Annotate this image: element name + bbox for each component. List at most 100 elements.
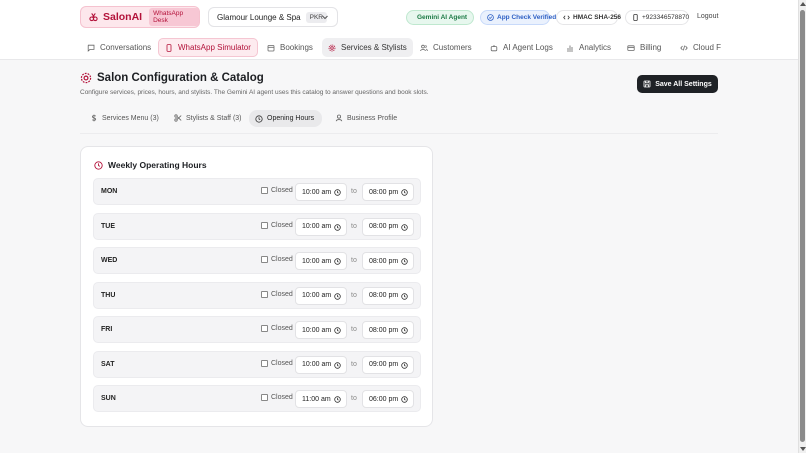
closed-checkbox[interactable]: Closed (261, 325, 293, 332)
tab-cloud[interactable]: Cloud F (674, 38, 727, 57)
closed-checkbox[interactable]: Closed (261, 359, 293, 367)
tab-label: Analytics (579, 43, 612, 52)
close-time-input[interactable]: 08:00 pm (362, 286, 414, 305)
tab-label: Cloud F (693, 43, 722, 52)
day-label: SAT (101, 360, 115, 368)
close-time-input[interactable]: 06:00 pm (362, 390, 414, 408)
logout-link[interactable]: Logout (697, 13, 718, 20)
salon-selector[interactable]: Glamour Lounge & Spa PKR (208, 7, 338, 27)
page-title-text: Salon Configuration & Catalog (97, 72, 264, 84)
open-time-input[interactable]: 10:00 am (295, 321, 347, 339)
open-time-input[interactable]: 10:00 am (295, 252, 347, 270)
checkbox-box[interactable] (261, 325, 268, 332)
save-button-label: Save All Settings (655, 80, 712, 88)
check-circle-icon (487, 14, 494, 21)
day-row: MON Closed 10:00 am to 08:00 pm (93, 178, 421, 205)
tab-label: Services & Stylists (341, 43, 407, 52)
message-square-icon (87, 44, 95, 52)
tab-ai-agent-logs[interactable]: AI Agent Logs (484, 38, 559, 57)
brand-badge[interactable]: SalonAI WhatsApp Desk (80, 6, 200, 28)
closed-label: Closed (271, 290, 293, 298)
clock-icon (401, 258, 408, 265)
open-time-input[interactable]: 11:00 am (295, 390, 347, 408)
scissors-logo-icon (89, 13, 98, 22)
chevron-down-icon (322, 15, 328, 20)
subtab-label: Business Profile (347, 114, 398, 122)
subtab-business-profile[interactable]: Business Profile (329, 110, 403, 126)
closed-checkbox[interactable]: Closed (261, 290, 293, 298)
tab-bookings[interactable]: Bookings (261, 38, 319, 57)
app-check-pill: App Check Verified (480, 10, 556, 25)
open-time-input[interactable]: 10:00 am (295, 355, 347, 374)
day-row: SAT Closed 10:00 am to 09:00 pm (93, 350, 421, 378)
checkbox-box[interactable] (261, 359, 268, 367)
open-time-input[interactable]: 10:00 am (295, 217, 347, 236)
checkbox-box[interactable] (261, 221, 268, 229)
page-scrollbar[interactable] (798, 0, 806, 453)
clock-icon (334, 396, 341, 403)
checkbox-box[interactable] (261, 256, 268, 263)
closed-checkbox[interactable]: Closed (261, 221, 293, 229)
close-time-input[interactable]: 08:00 pm (362, 321, 414, 339)
to-label: to (351, 188, 357, 195)
closed-label: Closed (271, 359, 293, 367)
subtab-label: Stylists & Staff (3) (186, 114, 242, 122)
user-icon (335, 114, 343, 122)
bar-chart-icon (567, 45, 573, 51)
to-label: to (351, 222, 357, 230)
close-time-input[interactable]: 08:00 pm (362, 217, 414, 236)
brand-tag: WhatsApp Desk (149, 8, 199, 26)
closed-checkbox[interactable]: Closed (261, 394, 293, 401)
smartphone-icon (166, 43, 172, 52)
settings-icon (80, 72, 92, 84)
top-bar: SalonAI WhatsApp Desk Glamour Lounge & S… (0, 0, 798, 36)
tab-label: Customers (433, 43, 472, 52)
subtab-label: Services Menu (3) (102, 114, 159, 122)
save-all-settings-button[interactable]: Save All Settings (637, 75, 718, 93)
close-time-value: 06:00 pm (369, 395, 399, 403)
clock-icon (401, 361, 408, 369)
dollar-icon (91, 114, 97, 122)
hmac-label: HMAC SHA-256 (573, 14, 622, 21)
open-time-value: 10:00 am (302, 188, 332, 196)
day-label: THU (101, 291, 116, 299)
open-time-input[interactable]: 10:00 am (295, 286, 347, 305)
tab-customers[interactable]: Customers (414, 38, 478, 57)
closed-checkbox[interactable]: Closed (261, 256, 293, 263)
tab-conversations[interactable]: Conversations (81, 38, 157, 57)
salon-name: Glamour Lounge & Spa (217, 12, 301, 22)
scroll-down-arrow-icon[interactable] (800, 447, 806, 451)
scroll-up-arrow-icon[interactable] (800, 2, 806, 6)
clock-icon (94, 160, 103, 170)
open-time-input[interactable]: 10:00 am (295, 183, 347, 201)
checkbox-box[interactable] (261, 394, 268, 401)
phone-pill: +923346578870 (625, 10, 689, 25)
tab-billing[interactable]: Billing (621, 38, 667, 57)
scissors-icon (174, 114, 182, 122)
subtab-services-menu[interactable]: Services Menu (3) (84, 110, 165, 126)
clock-icon (401, 292, 408, 300)
tab-analytics[interactable]: Analytics (560, 38, 617, 57)
close-time-value: 08:00 pm (369, 257, 399, 265)
scrollbar-thumb[interactable] (800, 10, 805, 442)
to-label: to (351, 257, 357, 264)
close-time-input[interactable]: 08:00 pm (362, 183, 414, 201)
to-label: to (351, 326, 357, 333)
closed-checkbox[interactable]: Closed (261, 187, 293, 194)
checkbox-box[interactable] (261, 290, 268, 298)
clock-icon (401, 396, 408, 403)
close-time-input[interactable]: 09:00 pm (362, 355, 414, 374)
tab-services-stylists[interactable]: Services & Stylists (322, 38, 413, 57)
to-label: to (351, 291, 357, 299)
day-label: TUE (101, 222, 115, 230)
checkbox-box[interactable] (261, 187, 268, 194)
tab-whatsapp-simulator[interactable]: WhatsApp Simulator (158, 38, 258, 57)
day-label: SUN (101, 395, 116, 402)
closed-label: Closed (271, 221, 293, 229)
close-time-input[interactable]: 08:00 pm (362, 252, 414, 270)
subtab-stylists-staff[interactable]: Stylists & Staff (3) (168, 110, 248, 126)
page-title: Salon Configuration & Catalog (80, 72, 264, 84)
day-row: SUN Closed 11:00 am to 06:00 pm (93, 385, 421, 412)
phone-number: +923346578870 (642, 14, 690, 21)
subtab-opening-hours[interactable]: Opening Hours (249, 110, 322, 127)
